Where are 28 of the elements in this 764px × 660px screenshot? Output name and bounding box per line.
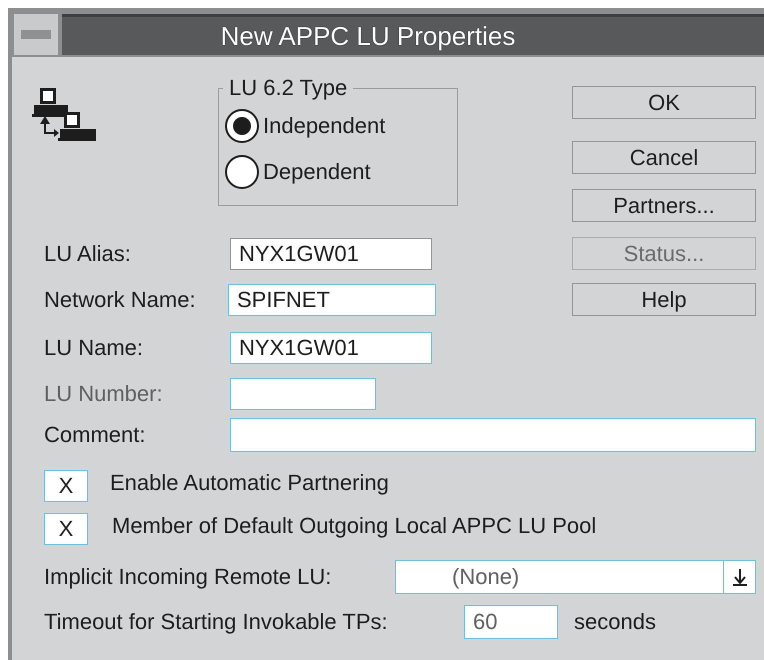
checkbox-label: Member of Default Outgoing Local APPC LU Pool xyxy=(112,513,596,539)
checkbox[interactable]: X xyxy=(44,513,88,545)
group-label: LU 6.2 Type xyxy=(228,75,348,101)
radio-option[interactable]: Dependent xyxy=(223,149,373,195)
radio-option[interactable]: Independent xyxy=(223,103,388,149)
system-menu-button[interactable] xyxy=(14,14,58,55)
comment-field[interactable] xyxy=(230,418,756,452)
checkbox[interactable]: X xyxy=(44,470,88,502)
dialog-button[interactable]: Help xyxy=(572,283,756,316)
input-field[interactable]: NYX1GW01 xyxy=(230,332,432,364)
field-label: Network Name: xyxy=(44,287,197,313)
unit-label: seconds xyxy=(574,609,656,635)
input-field[interactable]: SPIFNET xyxy=(228,284,436,316)
field-label: Timeout for Starting Invokable TPs: xyxy=(44,609,389,635)
field-label: LU Number: xyxy=(44,381,164,407)
dialog-button[interactable]: Partners... xyxy=(572,189,756,222)
field-label: LU Alias: xyxy=(44,241,132,267)
input-field[interactable]: NYX1GW01 xyxy=(230,238,432,270)
dialog-button[interactable]: OK xyxy=(572,86,756,119)
field-label: LU Name: xyxy=(44,335,144,361)
field-label: Comment: xyxy=(44,422,146,448)
dialog-button[interactable]: Cancel xyxy=(572,141,756,174)
input-field[interactable] xyxy=(230,378,376,410)
window-title: New APPC LU Properties xyxy=(220,20,516,52)
field-label: Implicit Incoming Remote LU: xyxy=(44,564,332,590)
checkbox-label: Enable Automatic Partnering xyxy=(110,470,389,496)
dropdown-value: (None) xyxy=(451,563,520,591)
down-arrow-icon xyxy=(732,568,746,586)
